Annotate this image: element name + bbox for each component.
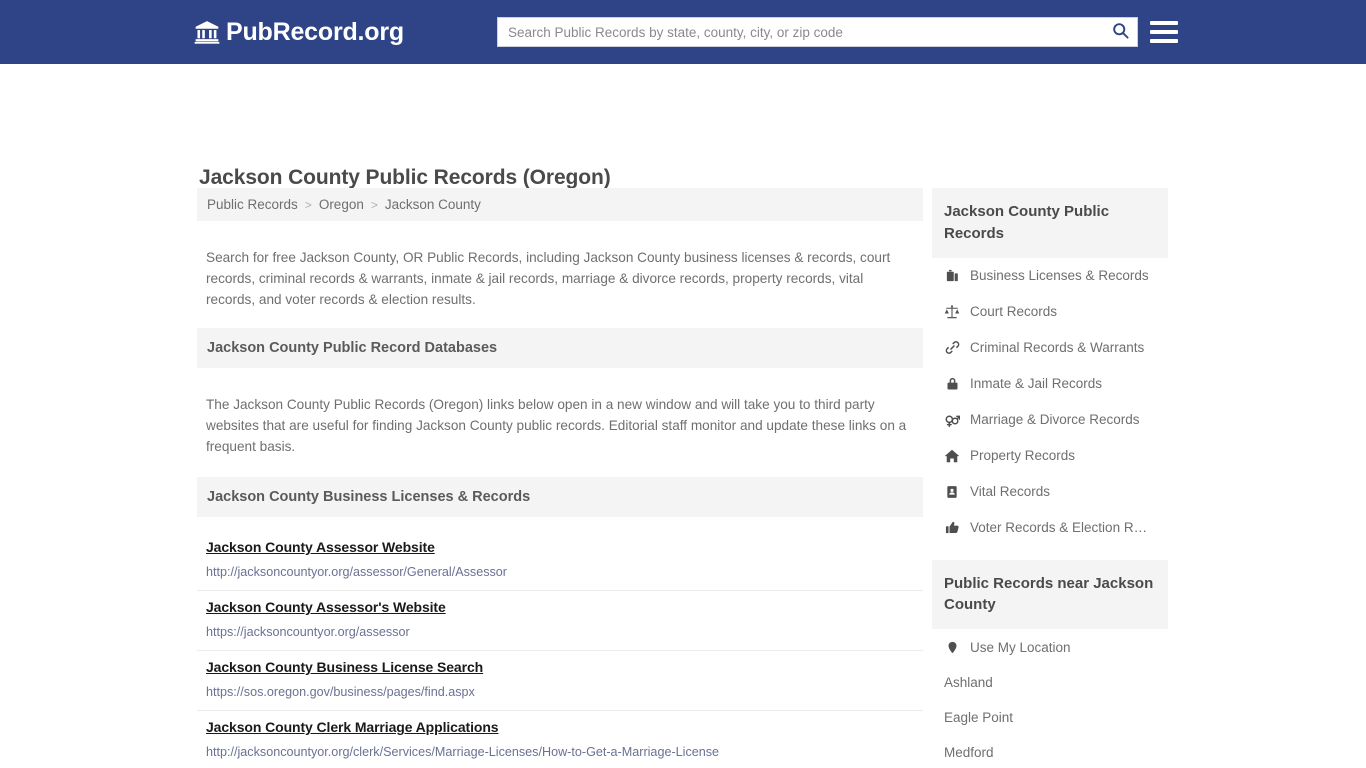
sidebar-heading-records: Jackson County Public Records <box>932 188 1168 258</box>
sidebar-item-label: Marriage & Divorce Records <box>970 412 1140 427</box>
breadcrumb-item-jackson-county[interactable]: Jackson County <box>385 197 481 212</box>
sidebar-item-label: Business Licenses & Records <box>970 268 1149 283</box>
page-title: Jackson County Public Records (Oregon) <box>199 166 611 190</box>
sidebar-heading-near: Public Records near Jackson County <box>932 559 1168 629</box>
sidebar-near-panel: Public Records near Jackson County Use M… <box>932 559 1168 768</box>
sidebar: Jackson County Public Records Business L… <box>932 188 1168 768</box>
sidebar-item-label: Voter Records & Election R… <box>970 520 1148 535</box>
sidebar-item-label: Criminal Records & Warrants <box>970 340 1145 355</box>
sidebar-item-criminal-records[interactable]: Criminal Records & Warrants <box>932 330 1168 366</box>
search-icon <box>1111 21 1130 43</box>
map-pin-icon <box>944 639 960 655</box>
sidebar-item-label: Use My Location <box>970 639 1071 655</box>
list-item: Jackson County Business License Search h… <box>197 651 923 712</box>
chain-link-icon <box>944 340 960 356</box>
list-item: Jackson County Assessor's Website https:… <box>197 591 923 652</box>
record-link-title[interactable]: Jackson County Business License Search <box>206 659 483 675</box>
site-header: PubRecord.org <box>0 0 1366 64</box>
record-link-url[interactable]: https://sos.oregon.gov/business/pages/fi… <box>206 685 914 699</box>
balance-scale-icon <box>944 304 960 320</box>
sidebar-item-business-licenses[interactable]: Business Licenses & Records <box>932 258 1168 294</box>
sidebar-item-ashland[interactable]: Ashland <box>932 665 1168 700</box>
sidebar-item-voter-records[interactable]: Voter Records & Election R… <box>932 510 1168 546</box>
sidebar-item-label: Vital Records <box>970 484 1051 499</box>
sidebar-item-medford[interactable]: Medford <box>932 735 1168 768</box>
sidebar-item-label: Property Records <box>970 448 1076 463</box>
site-logo[interactable]: PubRecord.org <box>194 0 404 64</box>
search-input[interactable] <box>498 18 1103 46</box>
menu-bar-1 <box>1150 21 1178 25</box>
bank-building-icon <box>194 19 220 45</box>
record-link-title[interactable]: Jackson County Clerk Marriage Applicatio… <box>206 719 499 735</box>
sidebar-item-label: Inmate & Jail Records <box>970 376 1103 391</box>
sidebar-item-marriage-divorce-records[interactable]: Marriage & Divorce Records <box>932 402 1168 438</box>
list-item: Jackson County Clerk Marriage Applicatio… <box>197 711 923 768</box>
section-heading-databases: Jackson County Public Record Databases <box>197 328 923 369</box>
breadcrumb-item-oregon[interactable]: Oregon <box>319 197 364 212</box>
breadcrumb-item-public-records[interactable]: Public Records <box>207 197 298 212</box>
menu-bar-3 <box>1150 39 1178 43</box>
venus-mars-icon <box>944 412 960 428</box>
thumbs-up-icon <box>944 520 960 536</box>
home-icon <box>944 448 960 464</box>
sidebar-item-label: Court Records <box>970 304 1058 319</box>
breadcrumb-separator: > <box>304 197 312 212</box>
breadcrumb: Public Records > Oregon > Jackson County <box>197 188 923 221</box>
search-bar <box>497 17 1138 47</box>
breadcrumb-separator: > <box>370 197 378 212</box>
sidebar-item-use-my-location[interactable]: Use My Location <box>932 629 1168 665</box>
sidebar-item-court-records[interactable]: Court Records <box>932 294 1168 330</box>
record-link-title[interactable]: Jackson County Assessor's Website <box>206 599 446 615</box>
main-content-column: Public Records > Oregon > Jackson County… <box>197 188 923 768</box>
record-link-url[interactable]: http://jacksoncountyor.org/assessor/Gene… <box>206 565 914 579</box>
record-link-title[interactable]: Jackson County Assessor Website <box>206 539 435 555</box>
sidebar-item-eagle-point[interactable]: Eagle Point <box>932 700 1168 735</box>
briefcase-icon <box>944 268 960 284</box>
search-button[interactable] <box>1103 18 1137 46</box>
sidebar-records-list: Business Licenses & Records Court Record… <box>932 258 1168 546</box>
section-heading-business-licenses: Jackson County Business Licenses & Recor… <box>197 477 923 518</box>
hamburger-menu-icon[interactable] <box>1150 18 1178 46</box>
sidebar-item-vital-records[interactable]: Vital Records <box>932 474 1168 510</box>
logo-text: PubRecord.org <box>226 17 404 46</box>
sidebar-item-inmate-jail-records[interactable]: Inmate & Jail Records <box>932 366 1168 402</box>
sidebar-near-list: Use My Location Ashland Eagle Point Medf… <box>932 629 1168 768</box>
lock-icon <box>944 376 960 392</box>
business-links-list: Jackson County Assessor Website http://j… <box>197 531 923 768</box>
sidebar-item-property-records[interactable]: Property Records <box>932 438 1168 474</box>
databases-description: The Jackson County Public Records (Orego… <box>206 396 907 455</box>
id-badge-icon <box>944 484 960 500</box>
record-link-url[interactable]: https://jacksoncountyor.org/assessor <box>206 625 914 639</box>
menu-bar-2 <box>1150 30 1178 34</box>
record-link-url[interactable]: http://jacksoncountyor.org/clerk/Service… <box>206 745 914 759</box>
list-item: Jackson County Assessor Website http://j… <box>197 531 923 592</box>
intro-paragraph: Search for free Jackson County, OR Publi… <box>206 249 891 308</box>
